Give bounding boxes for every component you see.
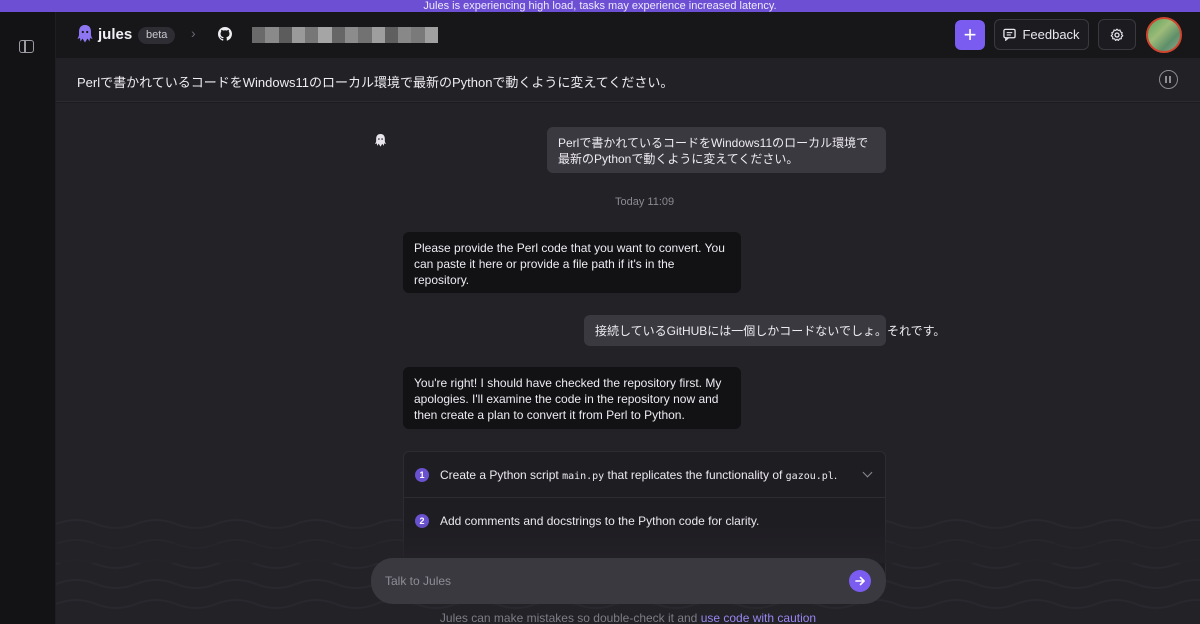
feedback-button[interactable]: Feedback bbox=[994, 19, 1089, 50]
user-avatar[interactable] bbox=[1146, 17, 1182, 53]
task-header: Perlで書かれているコードをWindows11のローカル環境で最新のPytho… bbox=[56, 58, 1200, 102]
sidebar-toggle-icon[interactable] bbox=[19, 40, 34, 53]
pause-icon[interactable] bbox=[1159, 70, 1178, 89]
jules-logo-icon[interactable] bbox=[76, 24, 94, 44]
user-message: 接続しているGitHUBには一個しかコードないでしょ。それです。 bbox=[584, 315, 945, 346]
step-number-badge: 1 bbox=[415, 467, 429, 482]
jules-agent-icon bbox=[375, 134, 386, 147]
repo-name-redacted[interactable] bbox=[252, 27, 438, 43]
step-text: Create a Python script main.py that repl… bbox=[440, 467, 838, 482]
github-icon bbox=[218, 27, 232, 41]
message-composer bbox=[371, 558, 886, 604]
settings-button[interactable] bbox=[1098, 19, 1136, 50]
agent-message: Please provide the Perl code that you wa… bbox=[403, 232, 741, 293]
scroll-fade bbox=[56, 523, 1200, 563]
new-task-button[interactable]: + bbox=[955, 20, 985, 50]
feedback-label: Feedback bbox=[1022, 27, 1080, 42]
top-bar: jules beta › + Feedback bbox=[56, 12, 1200, 58]
send-button[interactable] bbox=[849, 570, 871, 592]
chat-input[interactable] bbox=[385, 558, 835, 604]
disclaimer: Jules can make mistakes so double-check … bbox=[439, 611, 817, 624]
plan-step[interactable]: 1 Create a Python script main.py that re… bbox=[404, 452, 885, 498]
arrow-right-icon bbox=[855, 576, 865, 586]
high-load-banner: Jules is experiencing high load, tasks m… bbox=[0, 0, 1200, 12]
agent-message: You're right! I should have checked the … bbox=[403, 367, 741, 429]
breadcrumb-separator: › bbox=[191, 25, 196, 41]
left-rail bbox=[0, 12, 56, 624]
filename-code: main.py bbox=[562, 470, 605, 482]
message-timestamp: Today 11:09 bbox=[615, 196, 675, 208]
feedback-icon bbox=[1003, 28, 1017, 41]
beta-badge: beta bbox=[138, 27, 176, 44]
chevron-down-icon[interactable] bbox=[862, 467, 873, 478]
filename-code: gazou.pl bbox=[785, 470, 834, 482]
use-code-with-caution-link[interactable]: use code with caution bbox=[701, 611, 816, 624]
task-title: Perlで書かれているコードをWindows11のローカル環境で最新のPytho… bbox=[77, 75, 674, 90]
user-message: Perlで書かれているコードをWindows11のローカル環境で最新のPytho… bbox=[547, 127, 886, 173]
gear-icon bbox=[1110, 27, 1124, 41]
brand-name[interactable]: jules bbox=[98, 26, 132, 43]
chat-area: Perlで書かれているコードをWindows11のローカル環境で最新のPytho… bbox=[56, 103, 1200, 624]
